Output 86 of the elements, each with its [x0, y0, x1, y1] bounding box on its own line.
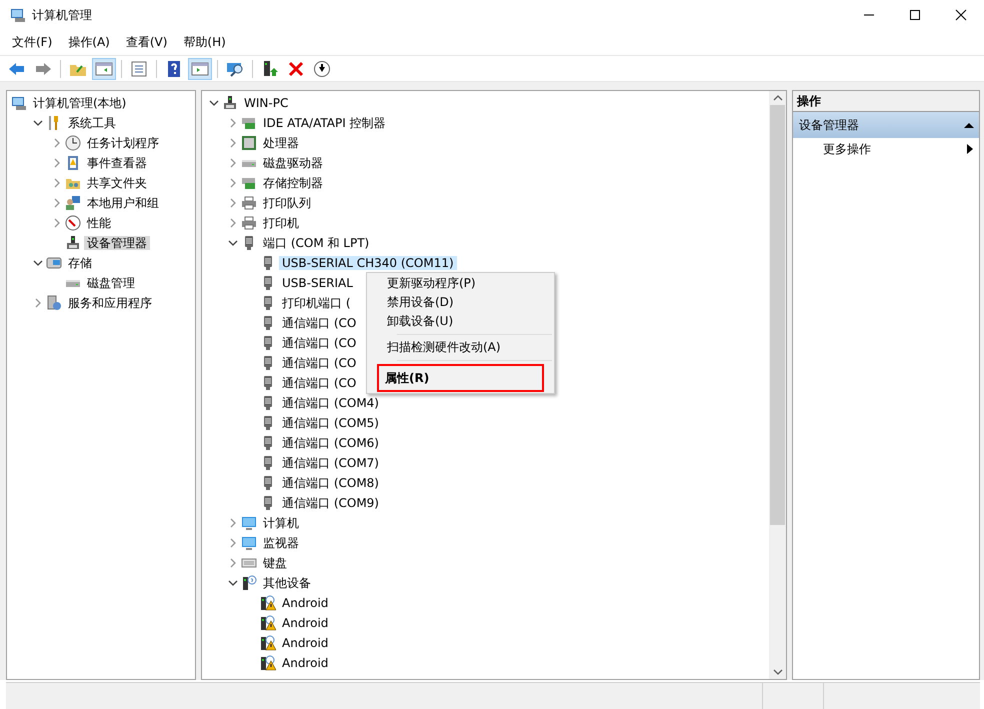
tree-item[interactable]: 共享文件夹 [84, 176, 150, 190]
tree-item[interactable]: 任务计划程序 [84, 136, 162, 150]
users-icon [65, 195, 81, 211]
app-icon [10, 7, 26, 23]
tree-item[interactable]: 通信端口 (COM9) [279, 496, 382, 510]
device-icon [222, 95, 238, 111]
tree-item[interactable]: 通信端口 (COM7) [279, 456, 382, 470]
window-title: 计算机管理 [32, 6, 92, 24]
tree-item[interactable]: 系统工具 [65, 116, 119, 130]
tree-item[interactable]: 服务和应用程序 [65, 296, 155, 310]
menu-item[interactable]: 文件(F) [4, 34, 60, 51]
context-menu-item[interactable]: 更新驱动程序(P) [369, 274, 552, 293]
context-menu-item[interactable]: 禁用设备(D) [369, 293, 552, 312]
computer-icon [11, 95, 27, 111]
tree-pane-icon [95, 60, 113, 78]
tree-item[interactable]: Android [279, 596, 332, 610]
monitor-icon [241, 515, 257, 531]
menu-item[interactable]: 操作(A) [60, 34, 118, 51]
menu-item[interactable]: 帮助(H) [175, 34, 234, 51]
action-pane-icon [191, 60, 209, 78]
tree-item[interactable]: 存储控制器 [260, 176, 326, 190]
action-section[interactable]: 设备管理器 [793, 112, 979, 138]
tree-item[interactable]: 计算机 [260, 516, 302, 530]
warning-device-icon [260, 655, 276, 671]
tree-item[interactable]: 打印队列 [260, 196, 314, 210]
tree-item[interactable]: 端口 (COM 和 LPT) [260, 236, 372, 250]
tree-item[interactable]: 本地用户和组 [84, 196, 162, 210]
unknown-device-icon [241, 575, 257, 591]
tree-item[interactable]: IDE ATA/ATAPI 控制器 [260, 116, 389, 130]
tree-item[interactable]: WIN-PC [241, 96, 292, 110]
tree-item[interactable]: Android [279, 656, 332, 670]
tree-item[interactable]: 计算机管理(本地) [30, 96, 130, 110]
device-icon [65, 235, 81, 251]
tree-item[interactable]: 键盘 [260, 556, 290, 570]
close-icon[interactable] [953, 7, 969, 23]
tree-item[interactable]: 通信端口 (CO [279, 336, 360, 350]
tree-item[interactable]: 性能 [84, 216, 114, 230]
services-icon [46, 295, 62, 311]
maximize-icon[interactable] [907, 7, 923, 23]
warning-device-icon [260, 635, 276, 651]
printer-icon [241, 195, 257, 211]
section-title: 设备管理器 [799, 116, 860, 134]
context-menu-item[interactable]: 扫描检测硬件改动(A) [369, 338, 552, 357]
tree-item[interactable]: 通信端口 (COM6) [279, 436, 382, 450]
tree-item[interactable]: USB-SERIAL [279, 276, 356, 290]
tree-item[interactable]: 通信端口 (CO [279, 316, 360, 330]
submenu-arrow-icon [965, 143, 975, 155]
controller-icon [241, 115, 257, 131]
tree-item[interactable]: 打印机端口 ( [279, 296, 354, 310]
tree-item[interactable]: 事件查看器 [84, 156, 150, 170]
tree-item[interactable]: 打印机 [260, 216, 302, 230]
storage-icon [46, 255, 62, 271]
controller-icon [241, 175, 257, 191]
properties-icon [130, 60, 148, 78]
action-link[interactable]: 更多操作 [823, 140, 965, 158]
tree-item[interactable]: 通信端口 (COM8) [279, 476, 382, 490]
tree-item[interactable]: USB-SERIAL CH340 (COM11) [279, 256, 457, 270]
tree-item[interactable]: Android [279, 636, 332, 650]
clock-icon [65, 135, 81, 151]
help-icon [165, 60, 183, 78]
pane-header: 操作 [793, 91, 979, 112]
tree-item[interactable]: 监视器 [260, 536, 302, 550]
context-menu-item[interactable]: 卸载设备(U) [369, 312, 552, 331]
tree-item[interactable]: 磁盘管理 [84, 276, 138, 290]
chip-icon [241, 135, 257, 151]
gauge-icon [65, 215, 81, 231]
printer-icon [241, 215, 257, 231]
tree-item[interactable]: 磁盘驱动器 [260, 156, 326, 170]
delete-icon [287, 60, 305, 78]
tree-item[interactable]: 其他设备 [260, 576, 314, 590]
vertical-scrollbar[interactable] [769, 91, 786, 679]
tree-item[interactable]: 处理器 [260, 136, 302, 150]
tree-item[interactable]: 通信端口 (CO [279, 356, 360, 370]
tree-item[interactable]: 存储 [65, 256, 95, 270]
tree-item[interactable]: 通信端口 (CO [279, 376, 360, 390]
monitor-icon [241, 535, 257, 551]
warning-device-icon [260, 595, 276, 611]
tree-item[interactable]: Android [279, 616, 332, 630]
menu-item[interactable]: 查看(V) [118, 34, 176, 51]
context-menu-item[interactable]: 属性(R) [377, 364, 544, 392]
device-update-icon [261, 60, 279, 78]
tree-item[interactable]: 通信端口 (COM5) [279, 416, 382, 430]
tree-item[interactable]: 设备管理器 [84, 236, 150, 250]
event-log-icon [65, 155, 81, 171]
warning-device-icon [260, 615, 276, 631]
tree-item[interactable]: 通信端口 (COM4) [279, 396, 382, 410]
